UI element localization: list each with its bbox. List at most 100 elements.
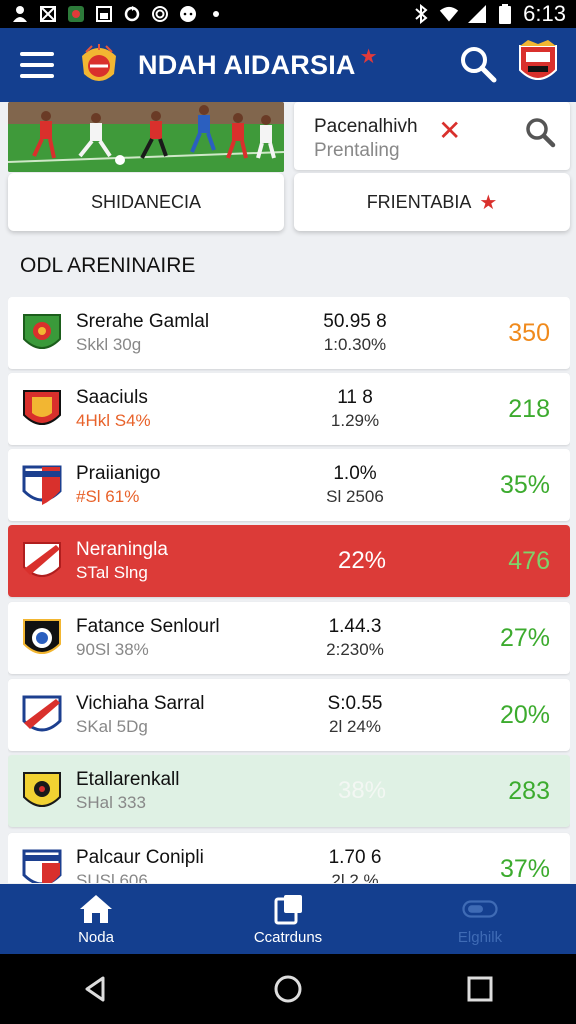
- table-row[interactable]: Fatance Senlourl 90Sl 38% 1.44.3 2:230% …: [8, 602, 570, 674]
- table-row-selected[interactable]: Neraningla STal Slng 22% 476: [8, 525, 570, 597]
- team-name: Etallarenkall: [76, 769, 180, 790]
- team-crest-icon: [23, 390, 61, 425]
- nav-third-label: Elghilk: [457, 928, 503, 946]
- no-sim-icon: [38, 4, 58, 24]
- search-icon[interactable]: [458, 44, 498, 84]
- stat-primary: 38%: [337, 777, 387, 804]
- team-name: Saaciuls: [76, 387, 148, 408]
- team-sub: #Sl 61%: [76, 487, 140, 506]
- stat-secondary: 2l 2 %: [331, 871, 379, 883]
- cards-icon: [274, 894, 302, 924]
- signal-icon: [467, 4, 487, 24]
- chat-icon: [178, 4, 198, 24]
- team-crest-icon: [23, 619, 61, 654]
- stat-secondary: 1:0.30%: [323, 335, 387, 354]
- team-name: Srerahe Gamlal: [76, 311, 210, 332]
- table-row[interactable]: Palcaur Conipli SUSl 606 1.70 6 2l 2 % 3…: [8, 833, 570, 883]
- stat-primary: 1.0%: [333, 463, 377, 484]
- promo-title: Pacenalhivh: [314, 116, 418, 137]
- nav-cards-label: Ccatrduns: [253, 928, 323, 946]
- team-score: 283: [508, 777, 550, 805]
- table-row[interactable]: Praiianigo #Sl 61% 1.0% Sl 2506 35%: [8, 449, 570, 521]
- team-crest-icon: [22, 849, 62, 883]
- app-title: NDAH AIDARSIA: [138, 49, 356, 80]
- table-row-highlighted[interactable]: Etallarenkall SHal 333 38% 283: [8, 755, 570, 827]
- promo-card[interactable]: Pacenalhivh Prentaling ✕: [294, 102, 570, 170]
- stat-primary: 11 8: [337, 387, 373, 408]
- team-crest-icon: [23, 772, 61, 807]
- close-icon[interactable]: ✕: [438, 114, 461, 147]
- back-icon[interactable]: [79, 972, 113, 1006]
- team-crest-icon: [23, 314, 61, 349]
- team-name: Fatance Senlourl: [76, 616, 220, 637]
- team-score: 35%: [499, 471, 550, 499]
- stat-secondary: Sl 2506: [326, 487, 384, 506]
- team-sub: 4Hkl S4%: [76, 411, 151, 430]
- team-score: 476: [508, 547, 550, 575]
- stat-secondary: 2l 24%: [329, 717, 381, 736]
- spiral-icon: [150, 4, 170, 24]
- menu-icon[interactable]: [20, 52, 54, 78]
- app-bar: NDAH AIDARSIA ★: [0, 28, 576, 102]
- club-badge-icon[interactable]: [518, 40, 558, 88]
- stat-primary: S:0.55: [327, 693, 383, 714]
- photo-icon: [94, 4, 114, 24]
- team-score: 350: [508, 319, 550, 347]
- filter-button-left[interactable]: SHIDANECIA: [8, 173, 284, 231]
- team-sub: SKal 5Dg: [76, 717, 148, 736]
- stat-primary: 50.95 8: [323, 311, 387, 332]
- nav-third[interactable]: Elghilk: [384, 884, 576, 954]
- stat-secondary: 2:230%: [326, 640, 384, 659]
- home-icon: [80, 894, 112, 923]
- team-sub: SUSl 606: [76, 871, 148, 883]
- stat-primary: 1.70 6: [328, 847, 382, 868]
- hero-image[interactable]: [8, 102, 284, 172]
- toggle-icon: [462, 899, 498, 918]
- battery-icon: [495, 4, 515, 24]
- club-logo-icon: [82, 44, 116, 81]
- bottom-nav: Noda Ccatrduns Elghilk: [0, 884, 576, 954]
- team-score: 20%: [499, 701, 550, 729]
- team-crest-icon: [22, 695, 62, 732]
- status-bar: 6:13: [0, 0, 576, 28]
- filter-button-left-label: SHIDANECIA: [90, 191, 202, 212]
- app-badge-icon: [66, 4, 86, 24]
- nav-cards[interactable]: Ccatrduns: [192, 884, 384, 954]
- clock: 6:13: [523, 1, 566, 26]
- team-sub: SHal 333: [76, 793, 146, 812]
- stat-secondary: 1.29%: [330, 411, 380, 430]
- star-icon: ★: [359, 45, 378, 68]
- dot-icon: [206, 4, 226, 24]
- promo-subtitle: Prentaling: [314, 140, 400, 161]
- filter-button-right-label: FRIENTABIA: [366, 191, 472, 212]
- filter-button-right[interactable]: FRIENTABIA ★: [294, 173, 570, 231]
- team-name: Neraningla: [76, 539, 168, 560]
- person-icon: [10, 4, 30, 24]
- recents-icon[interactable]: [463, 972, 497, 1006]
- team-crest-icon: [23, 542, 61, 577]
- team-score: 218: [508, 395, 550, 423]
- table-row[interactable]: Srerahe Gamlal Skkl 30g 50.95 8 1:0.30% …: [8, 297, 570, 369]
- team-score: 37%: [499, 855, 550, 883]
- nav-home[interactable]: Noda: [0, 884, 192, 954]
- stat-primary: 22%: [337, 547, 387, 574]
- team-sub: Skkl 30g: [76, 335, 142, 354]
- sync-icon: [122, 4, 142, 24]
- nav-home-label: Noda: [78, 928, 114, 946]
- table-row[interactable]: Vichiaha Sarral SKal 5Dg S:0.55 2l 24% 2…: [8, 679, 570, 751]
- home-circle-icon[interactable]: [271, 972, 305, 1006]
- team-sub: 90Sl 38%: [76, 640, 149, 659]
- bluetooth-icon: [411, 4, 431, 24]
- team-sub: STal Slng: [76, 563, 148, 582]
- team-crest-icon: [22, 465, 62, 505]
- star-icon: ★: [479, 191, 498, 214]
- search-icon[interactable]: [524, 116, 556, 148]
- team-list: Srerahe Gamlal Skkl 30g 50.95 8 1:0.30% …: [8, 297, 570, 883]
- stat-primary: 1.44.3: [328, 616, 382, 637]
- section-title: ODL ARENINAIRE: [20, 254, 196, 277]
- team-name: Palcaur Conipli: [76, 847, 204, 868]
- team-name: Vichiaha Sarral: [76, 693, 205, 714]
- table-row[interactable]: Saaciuls 4Hkl S4% 11 8 1.29% 218: [8, 373, 570, 445]
- team-score: 27%: [499, 624, 550, 652]
- team-name: Praiianigo: [76, 463, 161, 484]
